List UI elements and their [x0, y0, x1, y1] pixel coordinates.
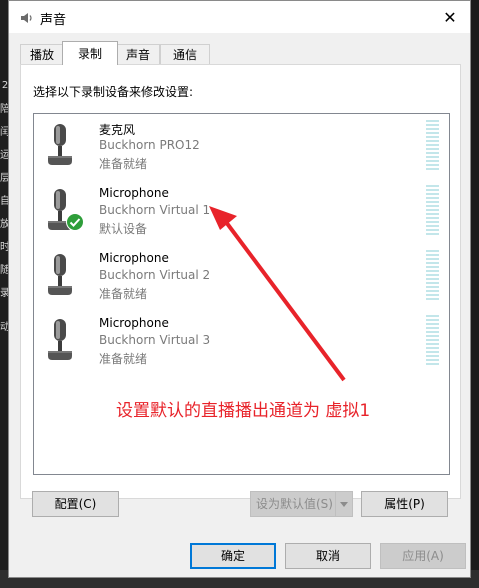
microphone-icon [48, 319, 72, 360]
device-item[interactable]: Microphone Buckhorn Virtual 2 准备就绪 [34, 244, 449, 306]
level-meter [426, 185, 439, 235]
device-name: 麦克风 [99, 123, 136, 137]
microphone-icon [48, 124, 72, 165]
properties-button[interactable]: 属性(P) [361, 491, 448, 517]
background-app-edge [471, 0, 479, 588]
device-description: Buckhorn Virtual 2 [99, 268, 211, 282]
device-status: 默认设备 [99, 222, 148, 236]
dropdown-arrow-button[interactable] [335, 492, 352, 516]
level-meter [426, 250, 439, 300]
tab-recording[interactable]: 录制 [62, 41, 118, 65]
close-icon: ✕ [443, 7, 457, 27]
ok-button[interactable]: 确定 [190, 543, 276, 569]
apply-button[interactable]: 应用(A) [380, 543, 466, 569]
device-description: Buckhorn PRO12 [99, 138, 200, 152]
set-default-button[interactable]: 设为默认值(S) [250, 491, 353, 517]
speaker-icon [21, 13, 32, 23]
annotation-text: 设置默认的直播播出通道为 虚拟1 [116, 401, 371, 421]
tab-sounds[interactable]: 声音 [116, 44, 160, 64]
default-check-icon [66, 213, 84, 231]
device-name: Microphone [99, 251, 169, 265]
window-title: 声音 [40, 13, 67, 28]
microphone-icon [48, 254, 72, 295]
instruction-text: 选择以下录制设备来修改设置: [33, 85, 194, 99]
level-meter [426, 120, 439, 170]
configure-button[interactable]: 配置(C) [32, 491, 119, 517]
tab-playback[interactable]: 播放 [20, 44, 64, 64]
device-name: Microphone [99, 316, 169, 330]
tab-communications[interactable]: 通信 [160, 44, 210, 64]
device-description: Buckhorn Virtual 1 [99, 203, 211, 217]
device-item[interactable]: Microphone Buckhorn Virtual 1 默认设备 [34, 179, 449, 241]
device-status: 准备就绪 [99, 352, 148, 366]
device-status: 准备就绪 [99, 157, 148, 171]
device-description: Buckhorn Virtual 3 [99, 333, 211, 347]
set-default-label: 设为默认值(S) [256, 497, 333, 511]
cancel-button[interactable]: 取消 [285, 543, 371, 569]
device-item[interactable]: Microphone Buckhorn Virtual 3 准备就绪 [34, 309, 449, 371]
level-meter [426, 315, 439, 365]
recording-panel: 选择以下录制设备来修改设置: 麦克风 Buckhorn PRO12 准备就绪 M… [20, 64, 461, 499]
close-button[interactable]: ✕ [430, 1, 470, 33]
chevron-down-icon [340, 501, 348, 507]
sound-dialog: 声音 ✕ 播放 录制 声音 通信 选择以下录制设备来修改设置: 麦克风 Buck… [8, 0, 471, 578]
title-bar: 声音 ✕ [9, 1, 470, 33]
device-item[interactable]: 麦克风 Buckhorn PRO12 准备就绪 [34, 114, 449, 176]
device-status: 准备就绪 [99, 287, 148, 301]
device-name: Microphone [99, 186, 169, 200]
